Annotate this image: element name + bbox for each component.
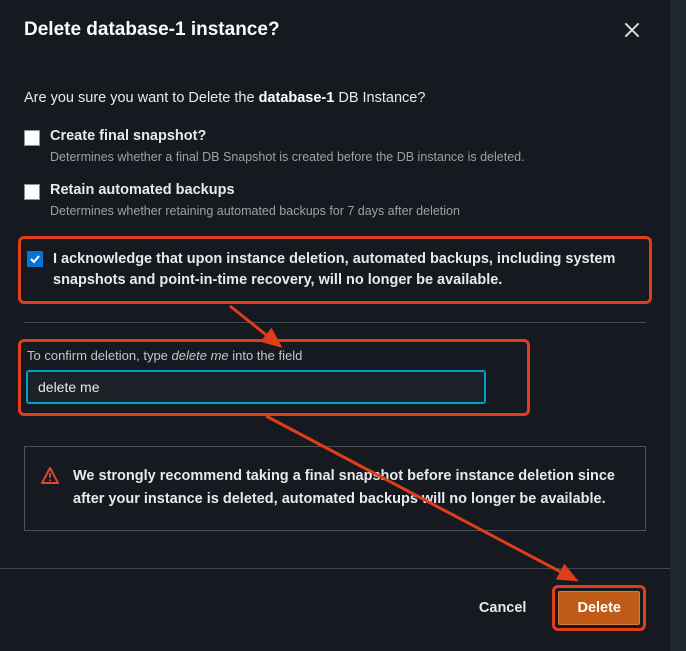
delete-button-highlight: Delete [552, 585, 646, 631]
cancel-button[interactable]: Cancel [461, 591, 545, 625]
close-button[interactable] [618, 16, 646, 44]
modal-footer: Cancel Delete [0, 568, 670, 651]
modal-title: Delete database-1 instance? [24, 19, 618, 41]
retain-backups-label: Retain automated backups [50, 182, 235, 198]
retain-backups-checkbox[interactable] [24, 184, 40, 200]
create-snapshot-checkbox[interactable] [24, 130, 40, 146]
section-divider [24, 322, 646, 323]
create-snapshot-label: Create final snapshot? [50, 128, 206, 144]
create-snapshot-description: Determines whether a final DB Snapshot i… [50, 150, 646, 164]
warning-text: We strongly recommend taking a final sna… [73, 465, 627, 510]
confirm-field-highlight: To confirm deletion, type delete me into… [18, 339, 530, 416]
close-icon [624, 22, 640, 38]
confirm-question: Are you sure you want to Delete the data… [24, 90, 646, 106]
acknowledge-highlight: I acknowledge that upon instance deletio… [18, 236, 652, 304]
warning-panel: We strongly recommend taking a final sna… [24, 446, 646, 531]
delete-instance-modal: Delete database-1 instance? Are you sure… [0, 0, 670, 651]
delete-button[interactable]: Delete [558, 591, 640, 625]
acknowledge-checkbox[interactable] [27, 251, 43, 267]
confirm-delete-input[interactable] [27, 371, 485, 403]
warning-icon [41, 467, 59, 490]
acknowledge-text: I acknowledge that upon instance deletio… [53, 249, 639, 291]
retain-backups-description: Determines whether retaining automated b… [50, 204, 646, 218]
confirm-instruction: To confirm deletion, type delete me into… [27, 348, 517, 363]
